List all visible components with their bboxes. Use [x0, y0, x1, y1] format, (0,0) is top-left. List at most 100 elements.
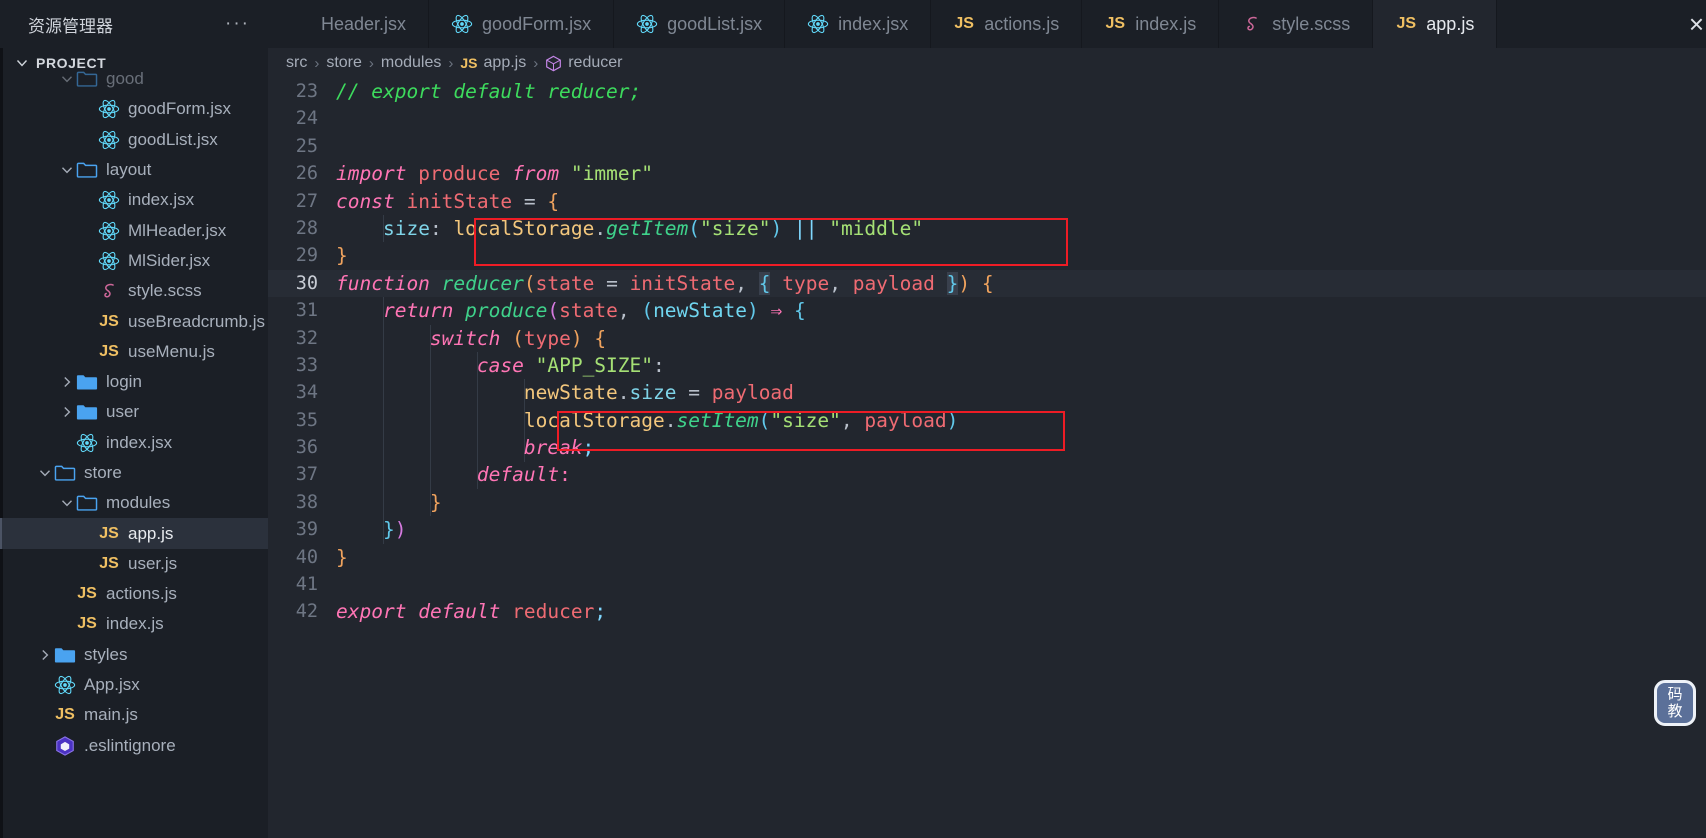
code-line-31[interactable]: 31 return produce(state, (newState) ⇒ { — [268, 297, 1706, 324]
tree-item-App-jsx[interactable]: App.jsx — [0, 670, 268, 700]
chevron-right-icon[interactable] — [58, 404, 76, 420]
folder-open-icon — [76, 494, 98, 512]
tree-item-style-scss[interactable]: style.scss — [0, 276, 268, 306]
code-line-25[interactable]: 25 — [268, 133, 1706, 160]
code-line-40[interactable]: 40} — [268, 544, 1706, 571]
line-number: 29 — [295, 245, 318, 267]
tab-index-jsx[interactable]: index.jsx — [785, 0, 932, 48]
js-icon: JS — [1105, 15, 1126, 32]
tree-item-modules[interactable]: modules — [0, 488, 268, 518]
code-token: export — [336, 600, 407, 624]
tree-item-useBreadcrumb-js[interactable]: JS useBreadcrumb.js — [0, 306, 268, 336]
breadcrumb-item-store[interactable]: store — [326, 54, 362, 72]
code-lines: 23 // export default reducer; 24 25 26 import… — [268, 78, 1706, 626]
tree-item-label: style.scss — [128, 281, 202, 301]
folder-icon — [76, 403, 98, 421]
code-token: reducer — [512, 600, 595, 624]
code-line-23[interactable]: 23 // export default reducer; — [268, 78, 1706, 105]
code-token: "APP_SIZE" — [535, 353, 654, 377]
tree-item-styles[interactable]: styles — [0, 640, 268, 670]
chevron-down-icon[interactable] — [36, 465, 54, 481]
tree-item-label: user.js — [128, 553, 178, 573]
chevron-down-icon[interactable] — [58, 71, 76, 87]
ellipsis-icon[interactable]: ··· — [225, 13, 254, 35]
line-number: 42 — [295, 601, 318, 623]
code-token: "size" — [770, 408, 841, 432]
code-line-35[interactable]: 35 localStorage.setItem("size", payload) — [268, 407, 1706, 434]
code-line-24[interactable]: 24 — [268, 105, 1706, 132]
tab-label: app.js — [1426, 13, 1475, 34]
breadcrumb-item-src[interactable]: src — [286, 54, 307, 72]
code-line-39[interactable]: 39 }) — [268, 516, 1706, 543]
tree-item-goodList-jsx[interactable]: goodList.jsx — [0, 125, 268, 155]
tree-item-store[interactable]: store — [0, 458, 268, 488]
react-icon — [451, 13, 473, 35]
code-line-41[interactable]: 41 — [268, 571, 1706, 598]
react-icon — [98, 189, 120, 211]
tree-item--eslintignore[interactable]: .eslintignore — [0, 731, 268, 761]
chevron-right-icon[interactable] — [58, 374, 76, 390]
tree-item-user-js[interactable]: JS user.js — [0, 549, 268, 579]
code-line-28[interactable]: 28 size: localStorage.getItem("size") ||… — [268, 215, 1706, 242]
chevron-down-icon[interactable] — [58, 162, 76, 178]
code-token: newState — [653, 299, 747, 323]
tree-item-useMenu-js[interactable]: JS useMenu.js — [0, 337, 268, 367]
code-line-26[interactable]: 26 import produce from "immer" — [268, 160, 1706, 187]
tree-item-actions-js[interactable]: JS actions.js — [0, 579, 268, 609]
cube-icon — [545, 55, 562, 72]
js-icon: JS — [99, 554, 119, 572]
tab-goodForm-jsx[interactable]: goodForm.jsx — [429, 0, 615, 48]
code-token: } — [946, 271, 959, 295]
breadcrumb-item-reducer[interactable]: reducer — [545, 54, 622, 72]
code-line-27[interactable]: 27 const initState = { — [268, 188, 1706, 215]
tab-Header-jsx[interactable]: Header.jsx — [268, 0, 430, 48]
code-line-29[interactable]: 29} — [268, 242, 1706, 269]
tree-item-goodForm-jsx[interactable]: goodForm.jsx — [0, 94, 268, 124]
code-token: { — [793, 299, 806, 323]
close-tab-button[interactable]: × — [1689, 0, 1704, 48]
tab-style-scss[interactable]: style.scss — [1219, 0, 1374, 48]
react-icon — [76, 432, 98, 454]
tree-item-main-js[interactable]: JS main.js — [0, 700, 268, 730]
tab-app-js[interactable]: JS app.js — [1373, 0, 1498, 48]
tree-item-MlSider-jsx[interactable]: MlSider.jsx — [0, 246, 268, 276]
tab-actions-js[interactable]: JS actions.js — [931, 0, 1083, 48]
tab-goodList-jsx[interactable]: goodList.jsx — [614, 0, 786, 48]
code-line-37[interactable]: 37 default: — [268, 461, 1706, 488]
tree-item-label: useBreadcrumb.js — [128, 311, 266, 331]
tree-item-app-js[interactable]: JS app.js — [0, 518, 268, 550]
code-line-36[interactable]: 36 break; — [268, 434, 1706, 461]
tree-item-index-jsx[interactable]: index.jsx — [0, 428, 268, 458]
breadcrumb-item-app-js[interactable]: JS app.js — [460, 54, 526, 72]
chevron-down-icon[interactable] — [58, 495, 76, 511]
code-line-30[interactable]: 30 function reducer(state = initState, { … — [268, 269, 1706, 298]
code-line-34[interactable]: 34 newState.size = payload — [268, 379, 1706, 406]
tab-label: style.scss — [1272, 13, 1351, 34]
tree-item-user[interactable]: user — [0, 397, 268, 427]
tree-item-index-js[interactable]: JS index.js — [0, 609, 268, 639]
code-token: "size" — [700, 216, 771, 240]
code-editor[interactable]: 23 // export default reducer; 24 25 26 import… — [268, 78, 1706, 838]
code-line-32[interactable]: 32 switch (type) { — [268, 325, 1706, 352]
breadcrumb-label: app.js — [483, 54, 527, 71]
code-line-33[interactable]: 33 case "APP_SIZE": — [268, 352, 1706, 379]
chevron-right-icon[interactable] — [36, 647, 54, 663]
tree-item-login[interactable]: login — [0, 367, 268, 397]
tree-item-label: goodForm.jsx — [128, 99, 231, 119]
tree-item-good[interactable]: good — [0, 64, 268, 94]
code-line-42[interactable]: 42 export default reducer; — [268, 598, 1706, 625]
tree-item-MlHeader-jsx[interactable]: MlHeader.jsx — [0, 215, 268, 245]
react-icon — [98, 220, 120, 242]
tree-item-index-jsx[interactable]: index.jsx — [0, 185, 268, 215]
line-content: } — [336, 544, 348, 571]
code-token: default — [418, 600, 501, 624]
explorer-sidebar: PROJECT good goodForm.jsx goodList.jsx layo… — [0, 48, 268, 838]
tree-item-layout[interactable]: layout — [0, 155, 268, 185]
code-line-38[interactable]: 38 } — [268, 489, 1706, 516]
breadcrumb-item-modules[interactable]: modules — [381, 54, 441, 72]
line-content: // export default reducer; — [336, 78, 641, 105]
tab-index-js[interactable]: JS index.js — [1082, 0, 1220, 48]
